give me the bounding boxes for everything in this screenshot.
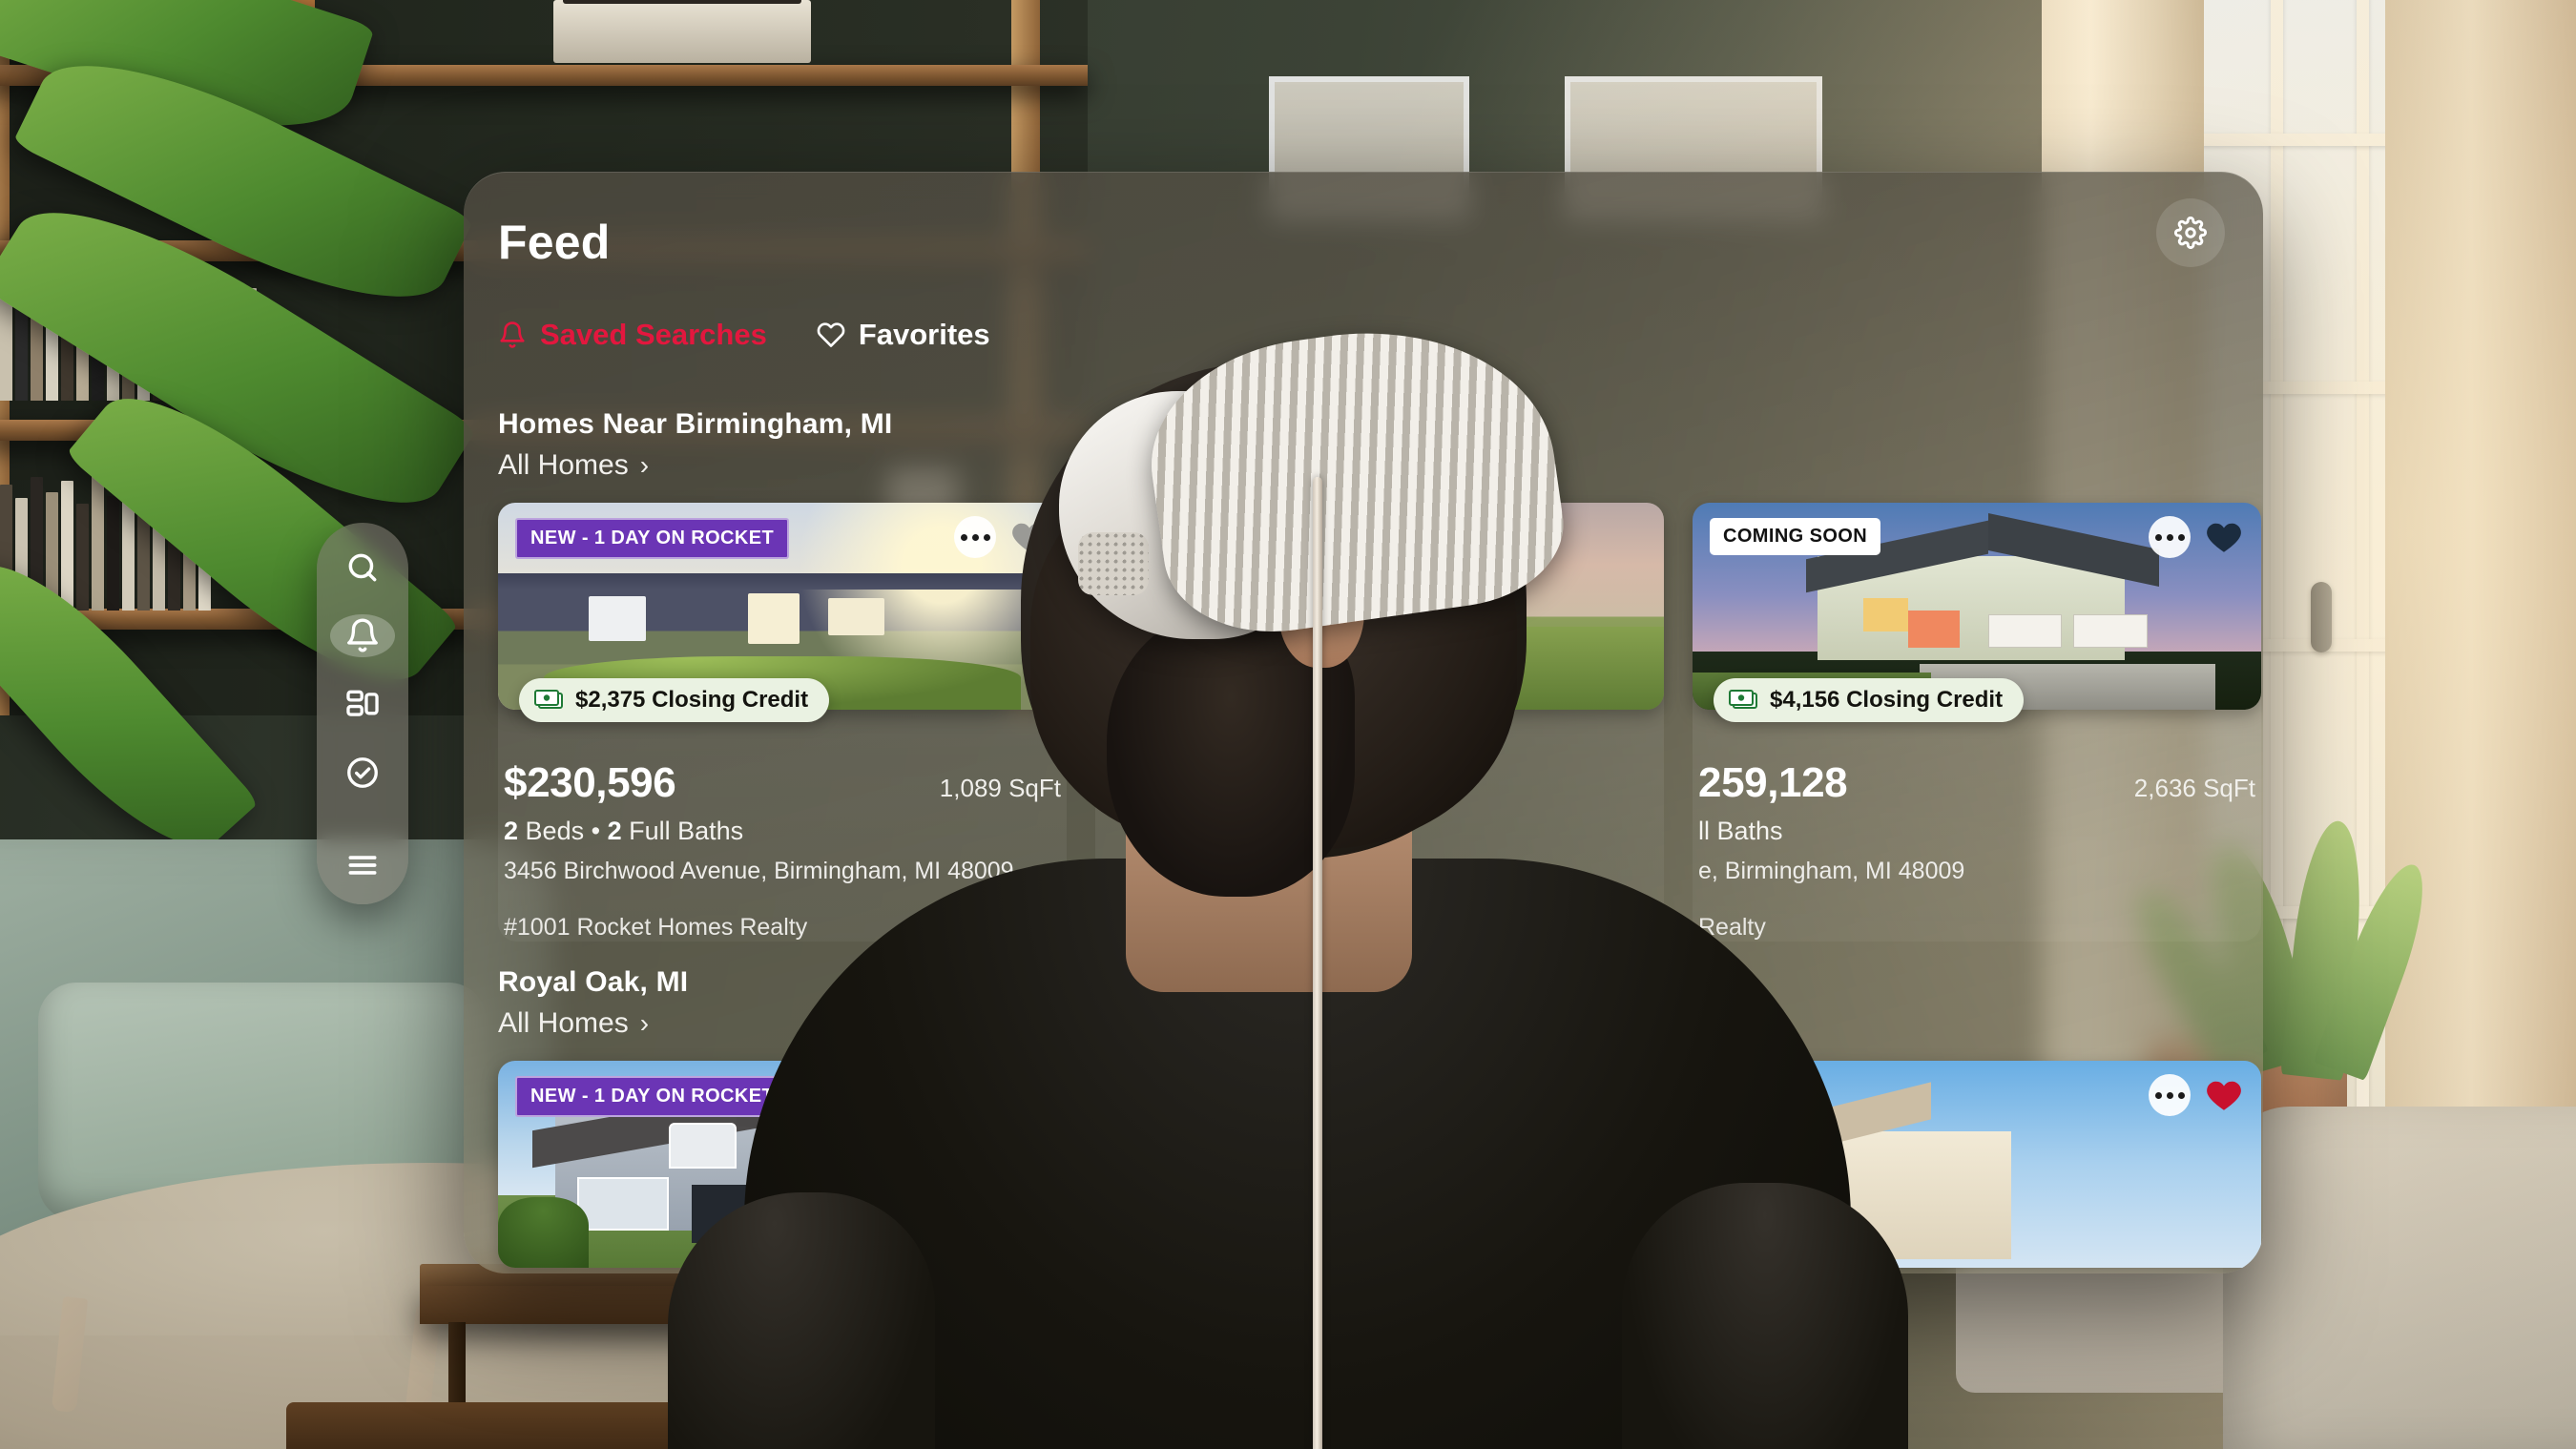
page-title: Feed: [498, 216, 611, 269]
photo-actions: [2149, 1074, 2244, 1116]
favorite-heart-icon[interactable]: [2204, 1075, 2244, 1115]
all-homes-link[interactable]: All Homes ›: [498, 449, 649, 482]
chevron-right-icon: ›: [639, 1008, 650, 1038]
person-left-arm: [668, 1192, 935, 1449]
more-options-icon[interactable]: [2149, 516, 2191, 558]
listing-sqft: 2,636 SqFt: [2133, 774, 2255, 802]
favorite-heart-icon[interactable]: [2204, 517, 2244, 557]
sidebar-item-notifications[interactable]: [330, 613, 395, 658]
all-homes-label: All Homes: [498, 1007, 629, 1039]
all-homes-link[interactable]: All Homes ›: [498, 1007, 649, 1040]
tab-saved-searches[interactable]: Saved Searches: [498, 318, 767, 352]
bell-icon: [498, 321, 527, 349]
sidebar-item-search[interactable]: [330, 546, 395, 590]
photo-actions: [2149, 516, 2244, 558]
more-options-icon[interactable]: [2149, 1074, 2191, 1116]
left-icon-rail: [317, 523, 408, 904]
armchair: [2223, 1107, 2576, 1449]
gear-icon[interactable]: [2156, 198, 2225, 267]
sidebar-item-dashboard[interactable]: [330, 682, 395, 726]
sidebar-item-saved[interactable]: [330, 751, 395, 795]
money-icon: [534, 690, 563, 711]
sidebar-item-menu[interactable]: [330, 843, 395, 887]
person-right-arm: [1622, 1183, 1908, 1449]
chevron-right-icon: ›: [639, 450, 650, 480]
all-homes-label: All Homes: [498, 449, 629, 481]
listing-price: $230,596: [504, 759, 676, 806]
tab-saved-searches-label: Saved Searches: [540, 318, 767, 351]
